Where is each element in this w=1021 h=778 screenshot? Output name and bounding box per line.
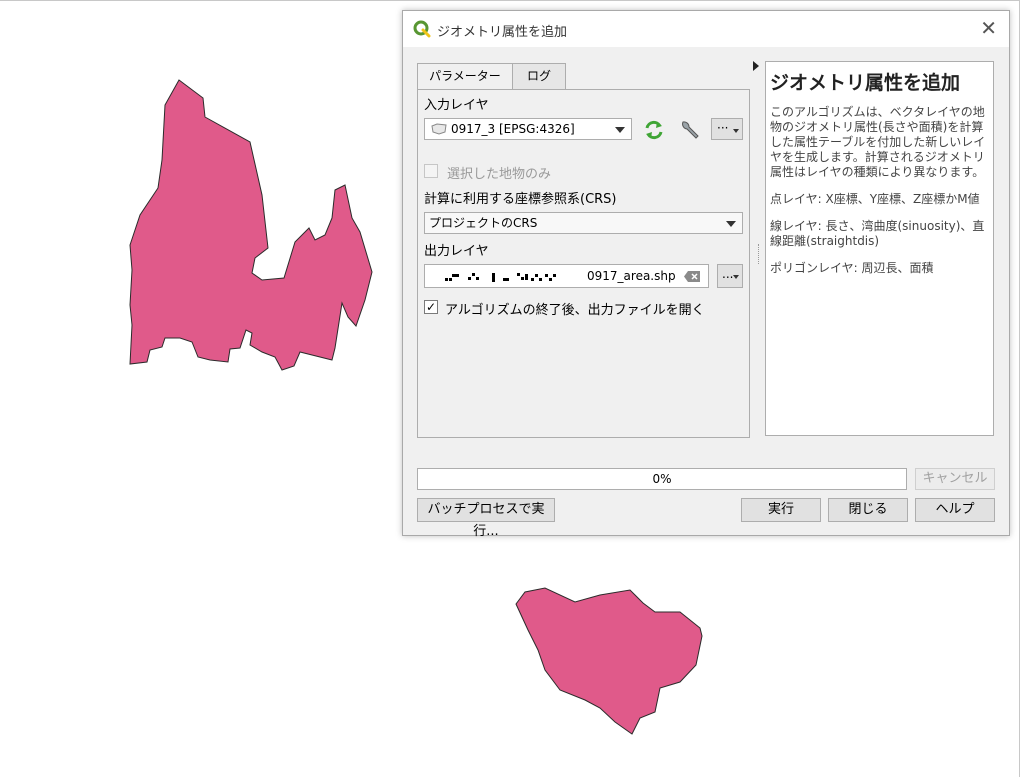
crs-combo[interactable]: プロジェクトのCRS bbox=[424, 212, 743, 234]
output-browse-button[interactable]: ... bbox=[717, 264, 743, 288]
wrench-icon[interactable] bbox=[677, 118, 701, 140]
output-layer-label: 出力レイヤ bbox=[424, 244, 489, 259]
options-ellipsis-label: ··· bbox=[717, 121, 729, 135]
polygon-feature-small[interactable] bbox=[515, 587, 703, 735]
output-layer-field[interactable]: 0917_area.shp bbox=[424, 264, 709, 288]
run-button-label: 実行 bbox=[767, 502, 794, 517]
output-layer-value: 0917_area.shp bbox=[587, 269, 676, 283]
crs-value: プロジェクトのCRS bbox=[429, 216, 538, 230]
tab-parameters[interactable]: パラメーター bbox=[417, 63, 513, 90]
open-output-label: アルゴリズムの終了後、出力ファイルを開く bbox=[445, 303, 705, 318]
input-layer-label: 入力レイヤ bbox=[424, 98, 489, 113]
polygon-feature-large[interactable] bbox=[129, 79, 373, 371]
batch-process-button[interactable]: バッチプロセスで実行... bbox=[417, 498, 555, 539]
tab-parameters-label: パラメーター bbox=[429, 69, 501, 83]
tab-log-label: ログ bbox=[526, 69, 551, 83]
help-paragraph: 線レイヤ: 長さ、湾曲度(sinuosity)、直線距離(straightdis… bbox=[770, 219, 985, 248]
input-layer-combo[interactable]: 0917_3 [EPSG:4326] bbox=[424, 118, 632, 140]
progress-bar: 0% bbox=[417, 468, 907, 490]
help-paragraph: 点レイヤ: X座標、Y座標、Z座標かM値 bbox=[770, 192, 980, 206]
crs-label: 計算に利用する座標参照系(CRS) bbox=[424, 192, 617, 207]
selected-only-checkbox[interactable] bbox=[424, 164, 438, 178]
redacted-path-icon bbox=[445, 273, 556, 282]
output-browse-label: ... bbox=[722, 267, 734, 281]
dialog-title: ジオメトリ属性を追加 bbox=[437, 25, 568, 40]
add-geometry-attributes-dialog: ジオメトリ属性を追加 ✕ パラメーター ログ 入力レイヤ 0917_3 [EPS… bbox=[402, 10, 1010, 539]
tab-log[interactable]: ログ bbox=[512, 63, 566, 89]
parameters-panel: 入力レイヤ 0917_3 [EPSG:4326] ··· 選択した地物のみ 計算… bbox=[417, 89, 750, 438]
close-icon[interactable]: ✕ bbox=[980, 17, 997, 39]
check-mark-icon: ✓ bbox=[425, 300, 437, 314]
polygon-layer-icon bbox=[431, 123, 447, 135]
close-button[interactable]: 閉じる bbox=[828, 498, 908, 522]
run-button[interactable]: 実行 bbox=[741, 498, 821, 522]
chevron-down-icon bbox=[733, 275, 739, 279]
collapse-help-icon[interactable] bbox=[752, 61, 760, 71]
open-output-checkbox[interactable]: ✓ bbox=[424, 300, 438, 314]
help-paragraph: このアルゴリズムは、ベクタレイヤの地物のジオメトリ属性(長さや面積)を計算した属… bbox=[770, 105, 986, 179]
chevron-down-icon bbox=[733, 129, 739, 133]
cancel-button-label: キャンセル bbox=[922, 471, 988, 486]
help-button[interactable]: ヘルプ bbox=[915, 498, 995, 522]
selected-only-label: 選択した地物のみ bbox=[447, 167, 552, 182]
qgis-logo-icon bbox=[413, 20, 431, 38]
help-paragraph: ポリゴンレイヤ: 周辺長、面積 bbox=[770, 261, 934, 275]
clear-input-icon[interactable] bbox=[684, 271, 700, 282]
help-title: ジオメトリ属性を追加 bbox=[770, 72, 961, 94]
splitter-handle[interactable] bbox=[758, 244, 761, 264]
close-button-label: 閉じる bbox=[848, 502, 888, 517]
iterate-refresh-icon[interactable] bbox=[642, 119, 666, 141]
help-button-label: ヘルプ bbox=[935, 502, 975, 517]
progress-text: 0% bbox=[652, 472, 672, 486]
chevron-down-icon bbox=[726, 221, 736, 227]
batch-process-label: バッチプロセスで実行... bbox=[427, 502, 545, 539]
help-pane: ジオメトリ属性を追加 このアルゴリズムは、ベクタレイヤの地物のジオメトリ属性(長… bbox=[765, 61, 994, 436]
chevron-down-icon bbox=[615, 127, 625, 133]
input-layer-options-button[interactable]: ··· bbox=[711, 118, 743, 140]
input-layer-value: 0917_3 [EPSG:4326] bbox=[451, 122, 575, 136]
dialog-titlebar: ジオメトリ属性を追加 ✕ bbox=[403, 11, 1009, 47]
cancel-button[interactable]: キャンセル bbox=[915, 468, 995, 490]
